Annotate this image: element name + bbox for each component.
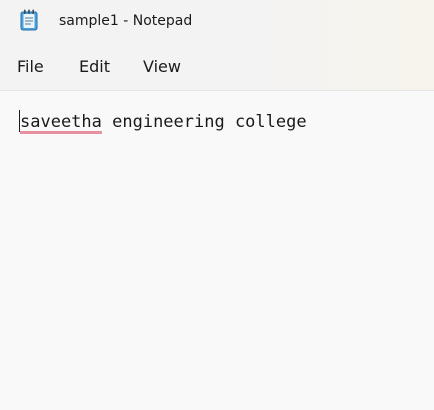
document-text: engineering college [101, 112, 307, 132]
title-bar[interactable]: sample1 - Notepad [0, 0, 434, 42]
menu-file[interactable]: File [17, 57, 44, 77]
window-chrome: sample1 - Notepad File Edit View [0, 0, 434, 91]
menu-view[interactable]: View [143, 57, 181, 77]
notepad-window: sample1 - Notepad File Edit View saveeth… [0, 0, 434, 410]
window-title: sample1 - Notepad [59, 13, 193, 29]
document-text-line[interactable]: saveetha engineering college [20, 111, 307, 133]
menu-edit[interactable]: Edit [79, 57, 110, 77]
menu-bar: File Edit View [0, 48, 434, 86]
misspelled-word[interactable]: saveetha [20, 112, 102, 132]
text-editor-area[interactable]: saveetha engineering college [0, 91, 434, 410]
notepad-icon [20, 9, 38, 31]
